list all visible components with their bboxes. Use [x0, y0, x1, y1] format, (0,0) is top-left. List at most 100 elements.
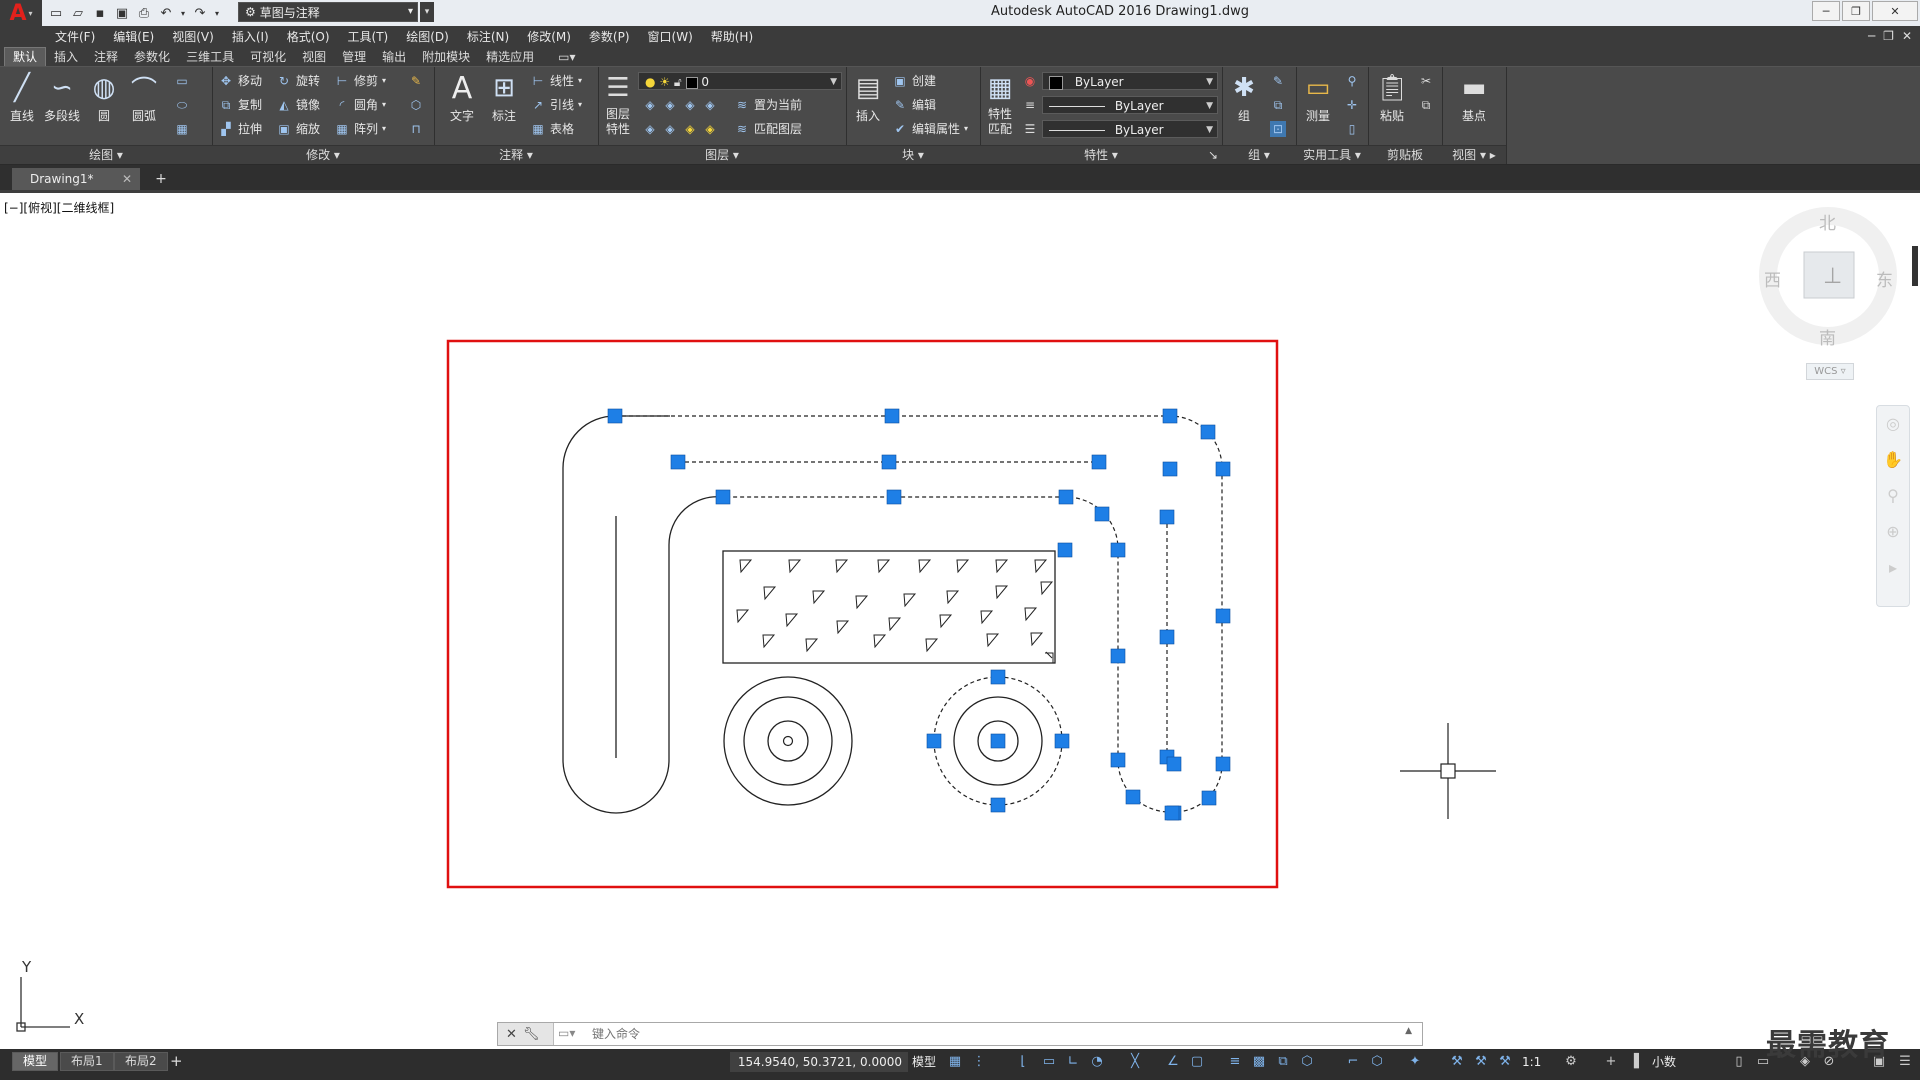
menu-dimension[interactable]: 标注(N)	[458, 28, 518, 45]
gizmo-icon[interactable]: ✦	[1406, 1053, 1424, 1071]
grip-handle[interactable]	[881, 454, 897, 470]
paste-button[interactable]: 📋︎ 粘贴	[1372, 71, 1412, 124]
grip-handle[interactable]	[926, 733, 942, 749]
copy-button[interactable]: ⧉ 复制	[218, 96, 262, 114]
stretch-button[interactable]: ▞ 拉伸	[218, 120, 262, 138]
doc-close-icon[interactable]: ✕	[1902, 29, 1912, 43]
viewcube-east[interactable]: 东	[1876, 266, 1893, 291]
viewport-controls-label[interactable]: [−][俯视][二维线框]	[4, 199, 114, 216]
edit-attributes-button[interactable]: ✔ 编辑属性 ▾	[892, 120, 968, 138]
erase-button[interactable]: ✎	[408, 72, 424, 90]
units-bar-icon[interactable]: ▌	[1630, 1053, 1648, 1071]
group-button[interactable]: ✱ 组	[1224, 71, 1264, 124]
grip-handle[interactable]	[1058, 489, 1074, 505]
leader-button[interactable]: ↗ 引线 ▾	[530, 96, 582, 114]
close-tab-icon[interactable]: ✕	[122, 168, 132, 190]
grip-handle[interactable]	[1201, 790, 1217, 806]
layer-tool-1[interactable]: ◈ ◈ ◈ ◈	[642, 96, 718, 114]
undo-icon[interactable]: ↶	[156, 3, 176, 23]
ortho-icon[interactable]: ∟	[1064, 1053, 1082, 1071]
qat-customize-icon[interactable]: ▾	[420, 2, 434, 22]
grip-handle[interactable]	[1125, 789, 1141, 805]
grid-icon[interactable]: ▦	[946, 1053, 964, 1071]
grip-handle[interactable]	[1091, 454, 1107, 470]
command-input[interactable]	[590, 1026, 1294, 1042]
command-expand-icon[interactable]: ▲	[1405, 1026, 1412, 1036]
dynamic-input-icon[interactable]: ▭	[1040, 1053, 1058, 1071]
grip-handle[interactable]	[1159, 629, 1175, 645]
panel-utilities-title[interactable]: 实用工具 ▾	[1296, 145, 1368, 164]
group-select-button[interactable]: ⊡	[1270, 120, 1286, 138]
isometric-icon[interactable]: ╳	[1126, 1053, 1144, 1071]
tab-addins[interactable]: 附加模块	[414, 48, 478, 66]
grip-handle[interactable]	[1054, 733, 1070, 749]
infer-constraints-icon[interactable]: ⌊	[1014, 1053, 1032, 1071]
color-dropdown[interactable]: ByLayer ▼	[1042, 72, 1218, 90]
tab-default[interactable]: 默认	[4, 47, 47, 66]
workspace-dropdown[interactable]: ⚙ 草图与注释 ▾	[238, 2, 418, 22]
model-space-button[interactable]: 模型	[912, 1052, 936, 1072]
move-button[interactable]: ✥ 移动	[218, 72, 262, 90]
annotation-visibility-icon[interactable]: ⚒	[1448, 1053, 1466, 1071]
viewcube-west[interactable]: 西	[1764, 266, 1781, 291]
rotate-button[interactable]: ↻ 旋转	[276, 72, 320, 90]
panel-layers-title[interactable]: 图层 ▾	[598, 145, 846, 164]
units-value[interactable]: 小数	[1652, 1052, 1676, 1072]
hatch-button[interactable]: ⬭	[174, 96, 190, 114]
dynamic-ucs-icon[interactable]: ⌐	[1344, 1053, 1362, 1071]
redo-icon[interactable]: ↷	[190, 3, 210, 23]
wcs-dropdown[interactable]: WCS ▿	[1806, 363, 1854, 380]
object-snap-tracking-icon[interactable]: ∠	[1164, 1053, 1182, 1071]
menu-insert[interactable]: 插入(I)	[223, 28, 278, 45]
tab-annotate[interactable]: 注释	[86, 48, 126, 66]
new-file-icon[interactable]: ▭	[46, 3, 66, 23]
grip-handle[interactable]	[1166, 756, 1182, 772]
array-button[interactable]: ▦ 阵列 ▾	[334, 120, 386, 138]
grip-handle[interactable]	[1166, 805, 1182, 821]
layout-tab-layout2[interactable]: 布局2	[114, 1052, 168, 1071]
tab-visualize[interactable]: 可视化	[242, 48, 294, 66]
menu-file[interactable]: 文件(F)	[46, 28, 104, 45]
open-file-icon[interactable]: ▱	[68, 3, 88, 23]
menu-view[interactable]: 视图(V)	[163, 28, 223, 45]
grip-handle[interactable]	[990, 669, 1006, 685]
panel-groups-title[interactable]: 组 ▾	[1222, 145, 1296, 164]
arc-button[interactable]: ⌒ 圆弧	[124, 71, 164, 124]
steering-wheel-icon[interactable]: ◎	[1877, 406, 1909, 442]
grip-handle[interactable]	[884, 408, 900, 424]
annotation-monitor-icon[interactable]: +	[1602, 1053, 1620, 1071]
viewcube-north[interactable]: 北	[1819, 209, 1836, 234]
grip-handle[interactable]	[1162, 461, 1178, 477]
measure-button[interactable]: ▭ 测量	[1298, 71, 1338, 124]
calculator-button[interactable]: ▯	[1344, 120, 1360, 138]
doc-restore-icon[interactable]: ❐	[1883, 29, 1894, 43]
coordinate-readout[interactable]: 154.9540, 50.3721, 0.0000	[730, 1052, 908, 1072]
restore-icon[interactable]: ❐	[1842, 1, 1870, 21]
base-view-button[interactable]: ▬ 基点	[1454, 71, 1494, 124]
auto-scale-icon[interactable]: ⚒	[1472, 1053, 1490, 1071]
new-tab-button[interactable]: +	[150, 170, 172, 188]
transparency-icon[interactable]: ▩	[1250, 1053, 1268, 1071]
trim-button[interactable]: ⊢ 修剪 ▾	[334, 72, 386, 90]
save-icon[interactable]: ▪	[90, 3, 110, 23]
polyline-button[interactable]: ∽ 多段线	[42, 71, 82, 124]
grip-handle[interactable]	[1110, 648, 1126, 664]
minimize-icon[interactable]: ─	[1812, 1, 1840, 21]
layer-dropdown[interactable]: ● ☀ 🔓︎ 0 ▼	[638, 72, 842, 90]
layer-properties-button[interactable]: ☰ 图层 特性	[598, 71, 638, 137]
close-command-icon[interactable]: ✕	[506, 1027, 517, 1042]
text-button[interactable]: A 文字	[442, 71, 482, 124]
autocad-logo-icon[interactable]: A ▾	[0, 0, 42, 26]
tab-output[interactable]: 输出	[374, 48, 414, 66]
grip-handle[interactable]	[1215, 608, 1231, 624]
panel-draw-title[interactable]: 绘图 ▾	[0, 145, 212, 164]
snap-icon[interactable]: ⋮	[970, 1053, 988, 1071]
linetype-dropdown[interactable]: ByLayer ▼	[1042, 96, 1218, 114]
object-snap-icon[interactable]: ▢	[1188, 1053, 1206, 1071]
grip-handle[interactable]	[1159, 509, 1175, 525]
selection-filter-icon[interactable]: ⬡	[1368, 1053, 1386, 1071]
print-icon[interactable]: ⎙	[134, 3, 154, 23]
wrench-icon[interactable]: 🔧︎	[523, 1027, 540, 1042]
edit-block-button[interactable]: ✎ 编辑	[892, 96, 936, 114]
layout-tab-layout1[interactable]: 布局1	[60, 1052, 114, 1071]
